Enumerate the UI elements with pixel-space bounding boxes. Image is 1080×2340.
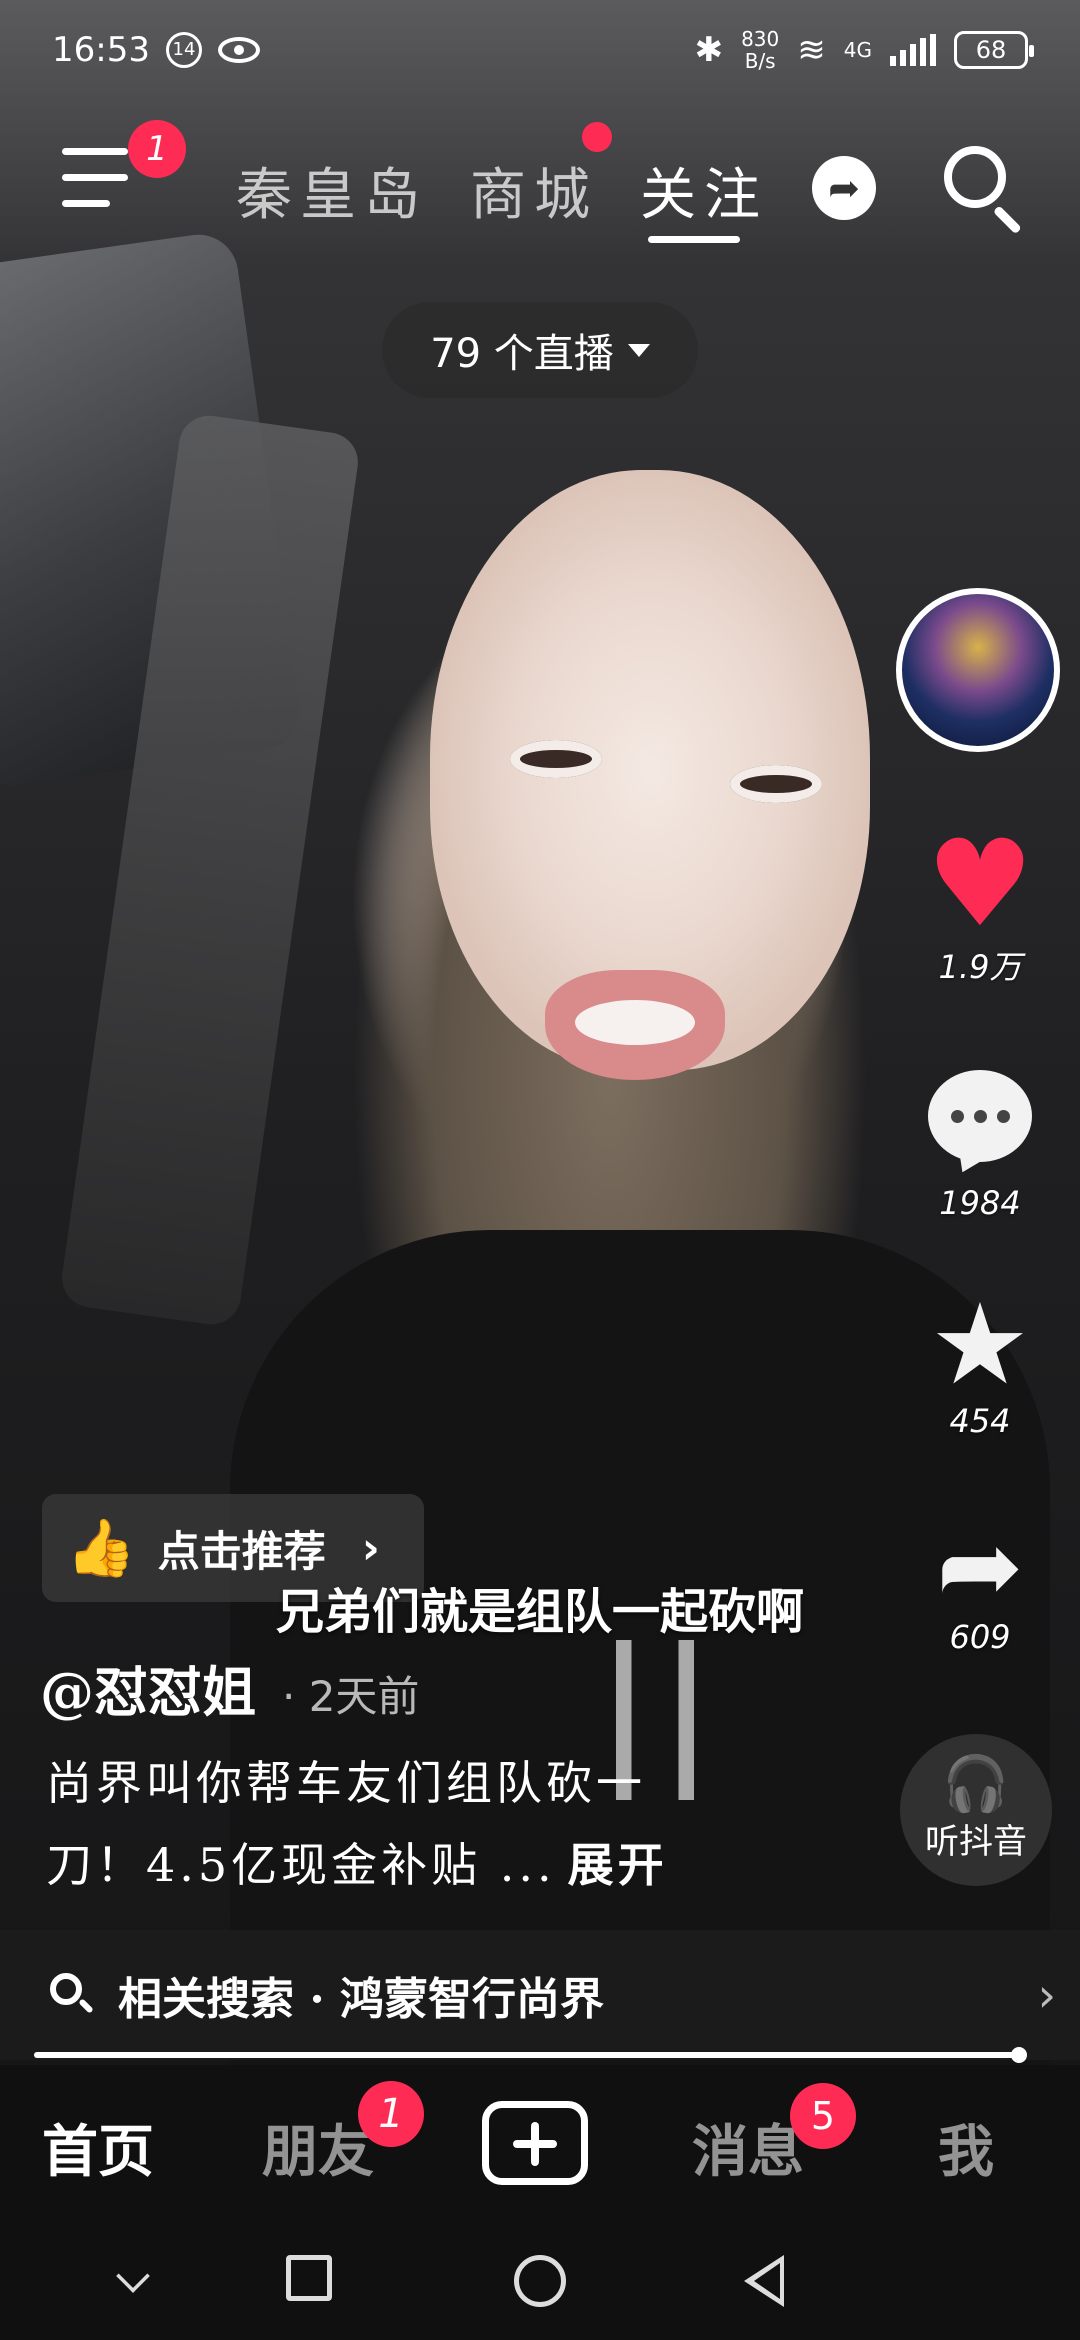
bottom-tab-bar: 首页 朋友 1 消息 5 我: [0, 2065, 1080, 2225]
comment-icon: [928, 1070, 1032, 1162]
status-bar: 16:53 14 ✱ 830 B/s ≋ 4G 68: [0, 0, 1080, 100]
tab-location[interactable]: 秦皇岛: [236, 150, 428, 231]
chevron-down-icon[interactable]: [116, 2259, 150, 2293]
live-count-pill[interactable]: 79 个直播: [382, 302, 698, 398]
post-time: · 2天前: [282, 1672, 420, 1721]
tab-me[interactable]: 我: [938, 2107, 994, 2188]
description-line-1: 尚界叫你帮车友们组队砍一: [46, 1756, 646, 1810]
listen-label: 听抖音: [925, 1822, 1027, 1862]
wifi-icon: ≋: [797, 30, 826, 70]
heart-icon: ♥: [926, 815, 1034, 954]
tab-mall[interactable]: 商城: [470, 150, 598, 231]
tab-messages[interactable]: 消息: [692, 2107, 804, 2188]
notification-14-icon: 14: [165, 32, 202, 68]
menu-badge: 1: [128, 120, 186, 178]
live-count-label: 79 个直播: [430, 331, 614, 377]
tab-friends[interactable]: 朋友: [262, 2107, 374, 2188]
status-time: 16:53: [52, 30, 150, 70]
menu-icon[interactable]: [62, 148, 132, 208]
battery-icon: 68: [954, 31, 1034, 69]
bluetooth-icon: ✱: [694, 30, 724, 70]
tab-active-underline: [648, 236, 740, 243]
home-icon[interactable]: [514, 2255, 566, 2307]
messages-badge: 5: [790, 2083, 856, 2149]
like-button[interactable]: ♥ 1.9万: [910, 815, 1050, 988]
chevron-right-icon: ›: [361, 1522, 380, 1574]
signal-icon: [890, 34, 936, 66]
video-subtitle: 兄弟们就是组队一起砍啊: [275, 1584, 804, 1640]
net-speed: 830 B/s: [741, 27, 780, 73]
author-line: @怼怼姐 · 2天前: [40, 1648, 419, 1727]
streamer-mouth: [545, 970, 725, 1080]
creator-avatar[interactable]: [896, 588, 1060, 752]
caret-down-icon: [627, 343, 650, 357]
battery-level: 68: [975, 36, 1007, 64]
eye-icon: [217, 37, 260, 63]
tab-mall-dot: [582, 122, 612, 152]
star-icon: ★: [929, 1280, 1031, 1410]
headphones-icon: 🎧: [942, 1752, 1010, 1815]
listen-button[interactable]: 🎧 听抖音: [900, 1734, 1052, 1886]
expand-button[interactable]: 展开: [568, 1838, 668, 1892]
streamer-eye-left: [510, 740, 602, 778]
description-line-2: 刀！4.5亿现金补贴 ...: [46, 1838, 556, 1892]
refresh-icon[interactable]: [812, 156, 876, 220]
favorite-button[interactable]: ★ 454: [910, 1280, 1050, 1440]
recommend-label: 点击推荐: [157, 1526, 326, 1576]
progress-fill: [34, 2052, 1020, 2058]
chevron-right-icon: ›: [1037, 1968, 1056, 2022]
friends-badge: 1: [358, 2081, 424, 2147]
back-icon[interactable]: [744, 2255, 784, 2307]
related-search-label: 相关搜索 · 鸿蒙智行尚界: [118, 1974, 604, 2025]
create-button[interactable]: [482, 2101, 588, 2185]
streamer-eye-right: [730, 765, 822, 803]
top-nav: 1 秦皇岛 商城 关注: [0, 120, 1080, 250]
tab-following[interactable]: 关注: [640, 150, 768, 231]
network-type: 4G: [843, 38, 872, 62]
search-icon: [50, 1973, 94, 2017]
comment-button[interactable]: 1984: [910, 1070, 1050, 1222]
recents-icon[interactable]: [286, 2255, 332, 2301]
search-icon[interactable]: [944, 146, 1026, 235]
comment-count: 1984: [939, 1184, 1021, 1222]
tab-home[interactable]: 首页: [42, 2107, 154, 2188]
progress-knob[interactable]: [1011, 2047, 1028, 2063]
author-name[interactable]: @怼怼姐: [40, 1648, 256, 1727]
system-nav-bar: [0, 2225, 1080, 2340]
video-description: 尚界叫你帮车友们组队砍一 刀！4.5亿现金补贴 ... 展开: [46, 1742, 766, 1906]
related-search-bar[interactable]: 相关搜索 · 鸿蒙智行尚界 ›: [0, 1930, 1080, 2060]
video-progress-bar[interactable]: [34, 2047, 1028, 2063]
